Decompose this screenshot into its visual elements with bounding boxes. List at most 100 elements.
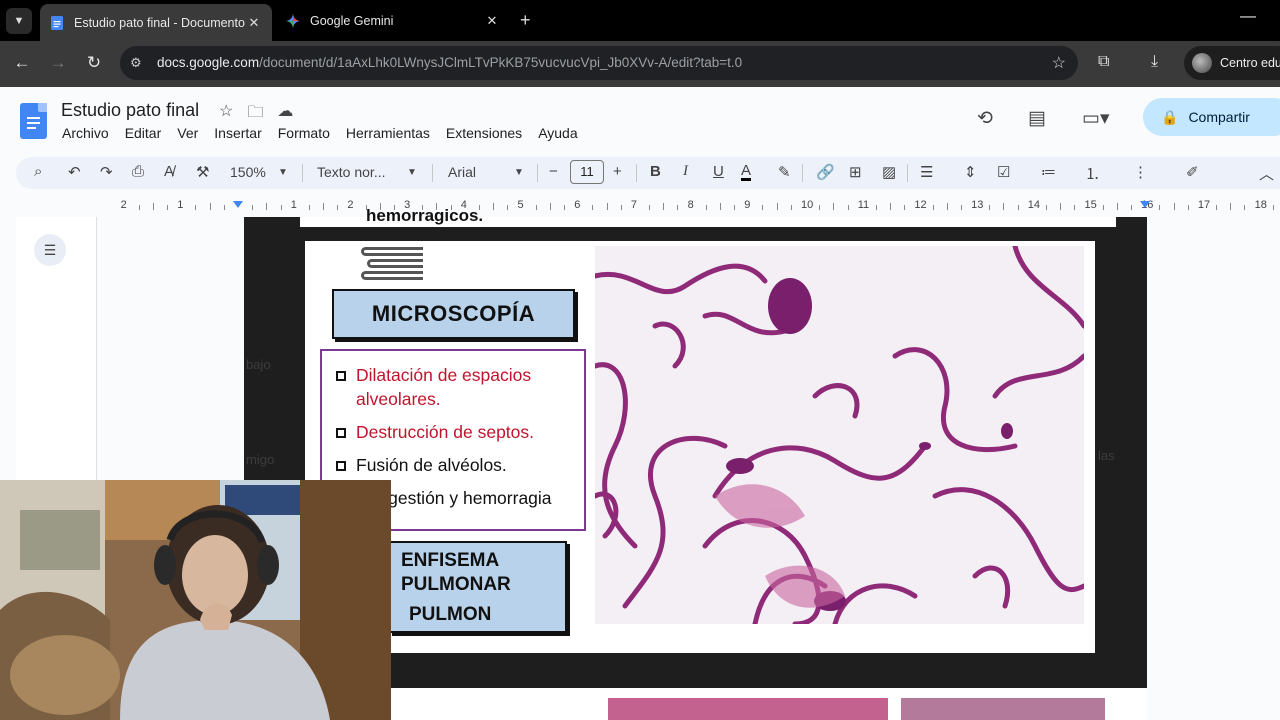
left-indent-marker[interactable] xyxy=(233,201,243,208)
ruler-tick xyxy=(875,205,877,210)
print-icon[interactable]: ⎙ xyxy=(132,163,144,180)
ruler-tick xyxy=(337,205,339,210)
site-info-icon[interactable]: ⚙ xyxy=(130,55,142,71)
search-menus-icon[interactable]: ⌕ xyxy=(34,163,42,180)
ruler-tick xyxy=(1003,203,1005,210)
chevron-down-icon[interactable]: ▼ xyxy=(514,167,524,178)
italic-icon[interactable]: I xyxy=(683,163,688,180)
ruler-tick xyxy=(1102,205,1104,210)
move-folder-icon[interactable]: 🗀 xyxy=(247,101,263,128)
ruler-tick xyxy=(620,205,622,210)
font-size-input[interactable]: 11 xyxy=(570,160,604,184)
star-icon[interactable]: ☆ xyxy=(219,101,233,128)
address-bar[interactable]: ⚙ docs.google.com/document/d/1aAxLhk0LWn… xyxy=(120,46,1078,80)
ruler-tick xyxy=(266,203,268,210)
menu-extensiones[interactable]: Extensiones xyxy=(446,125,522,141)
align-left-icon[interactable]: ☰ xyxy=(920,163,933,181)
menu-herramientas[interactable]: Herramientas xyxy=(346,125,430,141)
extensions-puzzle-icon[interactable]: ⧉ xyxy=(1098,53,1109,71)
ruler-tick xyxy=(606,203,608,210)
bookmark-star-icon[interactable]: ☆ xyxy=(1052,53,1066,73)
paint-format-icon[interactable]: ⚒ xyxy=(196,163,209,181)
next-slide-micrograph xyxy=(901,698,1105,720)
decrease-font-size-icon[interactable]: − xyxy=(549,163,558,180)
new-tab-plus-icon[interactable]: + xyxy=(520,10,531,31)
right-indent-marker[interactable] xyxy=(1140,201,1151,208)
line-spacing-icon[interactable]: ⇕ xyxy=(964,163,977,181)
ruler-tick xyxy=(1116,203,1118,210)
ruler-number: 12 xyxy=(914,199,927,211)
ruler-tick xyxy=(904,205,906,210)
ruler-tick xyxy=(790,205,792,210)
faded-background-text: las xyxy=(1098,448,1115,463)
meet-video-icon[interactable]: ▭▾ xyxy=(1082,107,1110,130)
highlight-color-icon[interactable]: ✎ xyxy=(778,163,791,181)
insert-image-icon[interactable]: ▨ xyxy=(882,163,896,181)
profile-chip[interactable]: Centro edu xyxy=(1184,46,1280,80)
menu-insertar[interactable]: Insertar xyxy=(214,125,261,141)
spellcheck-icon[interactable]: A̸ xyxy=(164,163,174,180)
more-options-icon[interactable]: ⋮ xyxy=(1133,163,1148,181)
lung-histology-micrograph xyxy=(595,246,1084,624)
numbered-list-icon[interactable]: ⒈ xyxy=(1085,163,1100,184)
bulleted-list-icon[interactable]: ≔ xyxy=(1041,163,1056,181)
ruler-tick xyxy=(1131,205,1133,210)
text-color-icon[interactable]: A xyxy=(741,163,752,181)
close-tab-icon[interactable]: ✕ xyxy=(246,15,262,31)
formatting-toolbar: ⌕ ↶ ↷ ⎙ A̸ ⚒ 150% ▼ Texto nor... ▼ Arial… xyxy=(16,157,1280,189)
ruler-number: 2 xyxy=(347,199,354,211)
ruler-tick xyxy=(847,205,849,210)
collapse-menus-icon[interactable]: ︿ xyxy=(1259,163,1274,184)
menu-archivo[interactable]: Archivo xyxy=(62,125,109,141)
reload-icon[interactable]: ↻ xyxy=(83,53,105,73)
cloud-status-icon[interactable]: ☁ xyxy=(277,101,293,128)
minimize-window-icon[interactable]: — xyxy=(1240,8,1256,26)
version-history-icon[interactable]: ⟲ xyxy=(977,107,993,130)
insert-link-icon[interactable]: 🔗 xyxy=(816,163,835,181)
redo-icon[interactable]: ↷ xyxy=(100,163,113,181)
ruler-tick xyxy=(1216,205,1218,210)
forward-arrow-icon[interactable]: → xyxy=(47,53,69,73)
list-item: Dilatación de espacios alveolares. xyxy=(336,363,574,411)
increase-font-size-icon[interactable]: + xyxy=(613,163,622,180)
document-title[interactable]: Estudio pato final xyxy=(61,100,199,121)
tab-gemini[interactable]: Google Gemini ✕ xyxy=(276,5,510,36)
docs-logo-icon[interactable] xyxy=(20,103,47,139)
chevron-down-icon[interactable]: ▼ xyxy=(407,167,417,178)
menu-ver[interactable]: Ver xyxy=(177,125,198,141)
style-select[interactable]: Texto nor... xyxy=(317,164,385,180)
gemini-favicon-icon xyxy=(286,13,300,28)
menu-ayuda[interactable]: Ayuda xyxy=(538,125,577,141)
menu-formato[interactable]: Formato xyxy=(278,125,330,141)
ruler-number: 9 xyxy=(744,199,751,211)
underline-icon[interactable]: U xyxy=(713,163,724,180)
downloads-icon[interactable]: ⤓ xyxy=(1151,53,1158,71)
add-comment-icon[interactable]: ⊞ xyxy=(849,163,862,181)
comments-icon[interactable]: ▤ xyxy=(1028,107,1046,130)
checklist-icon[interactable]: ☑ xyxy=(997,163,1010,181)
document-outline-icon[interactable]: ☰ xyxy=(34,234,66,266)
ruler-tick xyxy=(323,203,325,210)
tab-docs[interactable]: Estudio pato final - Documento ✕ xyxy=(40,4,272,41)
horizontal-ruler[interactable]: 2 1 1 2 3 4 5 6 7 8 9 10 11 12 13 14 15 16 17 18 xyxy=(96,197,1280,215)
chevron-down-icon[interactable]: ▼ xyxy=(278,167,288,178)
ruler-tick xyxy=(507,205,509,210)
share-button[interactable]: 🔒 Compartir xyxy=(1143,98,1280,136)
ruler-tick xyxy=(677,205,679,210)
editing-mode-pencil-icon[interactable]: ✐ xyxy=(1186,163,1199,181)
back-arrow-icon[interactable]: ← xyxy=(11,53,33,73)
zoom-select[interactable]: 150% xyxy=(230,164,266,180)
ruler-tick xyxy=(549,203,551,210)
ruler-tick xyxy=(252,205,254,210)
ruler-tick xyxy=(734,205,736,210)
tab-list-chevron-icon[interactable]: ▼ xyxy=(6,8,32,34)
ruler-number: 8 xyxy=(687,199,694,211)
square-bullet-icon xyxy=(336,461,346,471)
undo-icon[interactable]: ↶ xyxy=(68,163,81,181)
font-select[interactable]: Arial xyxy=(448,164,476,180)
bold-icon[interactable]: B xyxy=(650,163,661,180)
ruler-tick xyxy=(1244,205,1246,210)
menu-editar[interactable]: Editar xyxy=(125,125,162,141)
ruler-tick xyxy=(1173,203,1175,210)
close-tab-icon[interactable]: ✕ xyxy=(484,13,500,29)
